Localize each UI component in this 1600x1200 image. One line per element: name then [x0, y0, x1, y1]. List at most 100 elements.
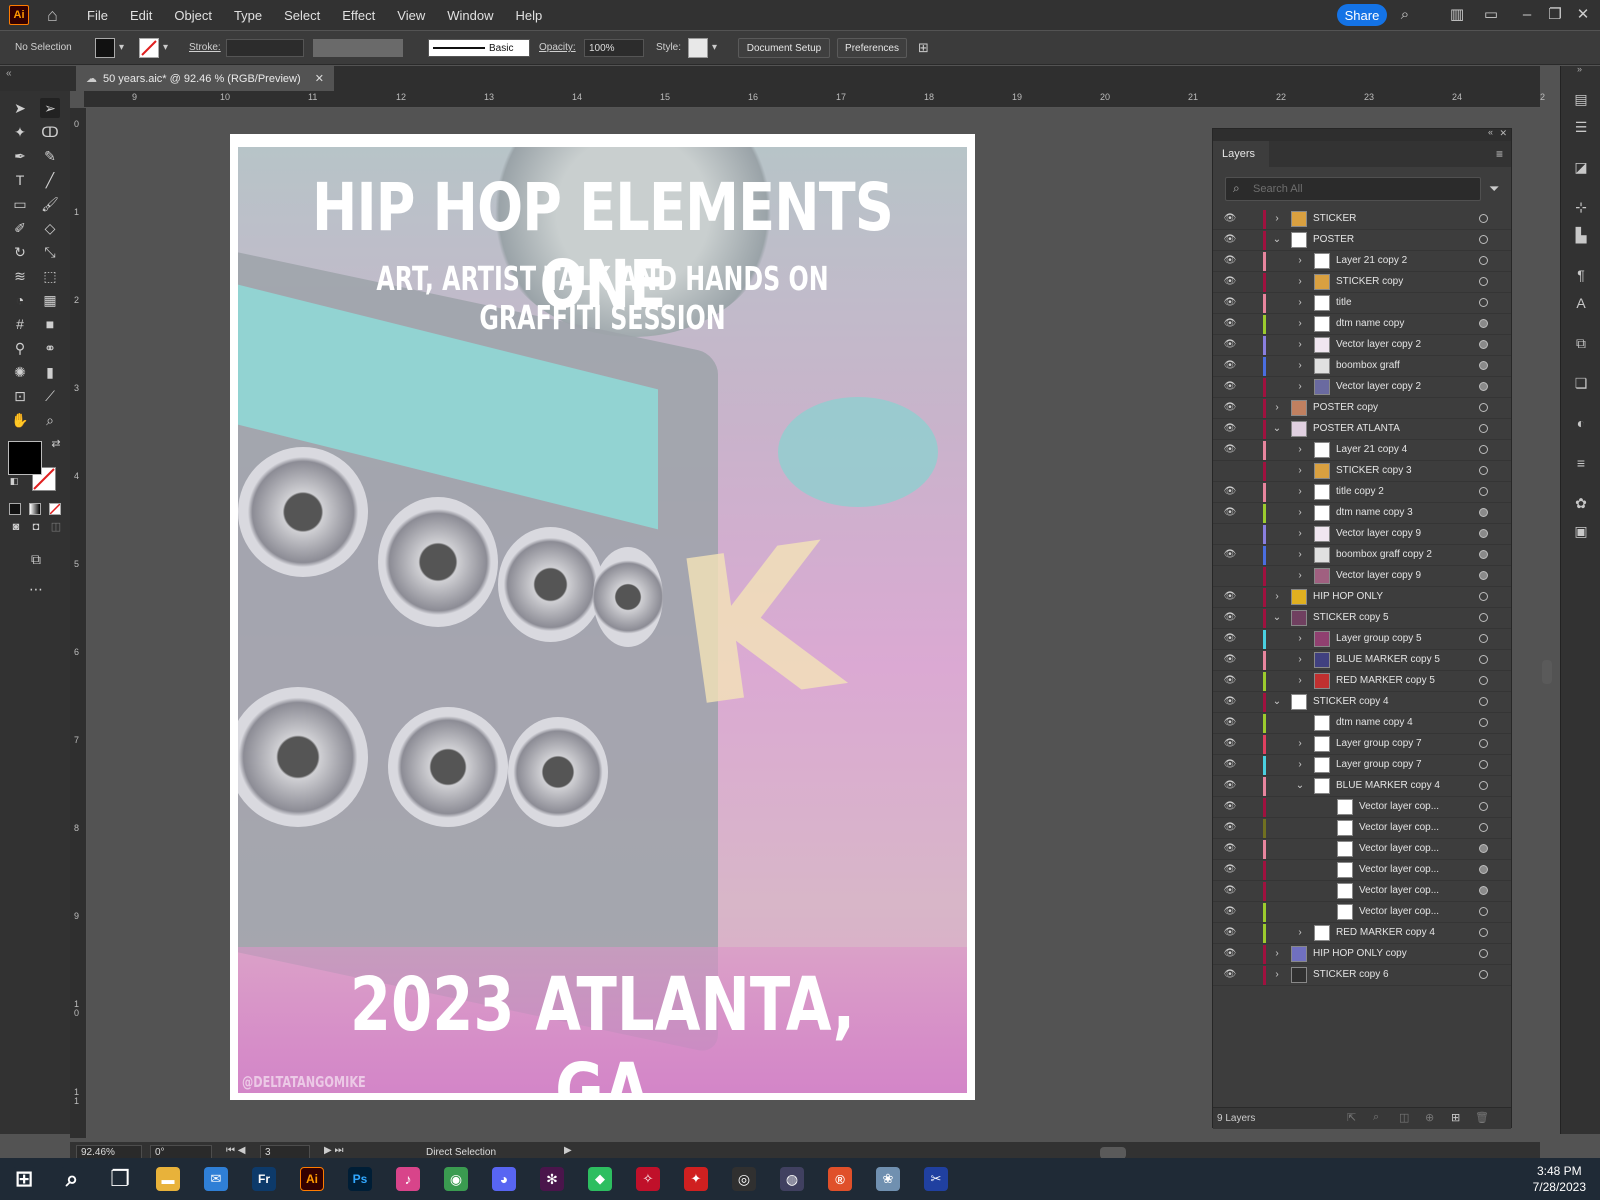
artboard-tool-icon[interactable]: ⊡ — [10, 386, 30, 406]
target-circle-icon[interactable] — [1479, 949, 1488, 958]
layer-row[interactable]: 👁 Vector layer cop... — [1213, 797, 1511, 818]
app-scissors-icon[interactable]: ✂ — [924, 1167, 948, 1191]
layer-row[interactable]: 👁 › Layer group copy 5 — [1213, 629, 1511, 650]
target-circle-icon[interactable] — [1479, 634, 1488, 643]
collapse-toolbar-icon[interactable]: « — [6, 68, 12, 79]
target-circle-icon[interactable] — [1479, 382, 1488, 391]
visibility-eye-icon[interactable]: 👁 — [1223, 318, 1237, 330]
style-dropdown-icon[interactable]: ▾ — [712, 42, 717, 53]
libraries-panel-icon[interactable]: ☰ — [1572, 118, 1590, 136]
expand-chevron-icon[interactable]: › — [1271, 401, 1283, 415]
gradient-mode-icon[interactable] — [29, 503, 41, 515]
target-circle-icon[interactable] — [1479, 592, 1488, 601]
app-bird-icon[interactable]: ❀ — [876, 1167, 900, 1191]
visibility-eye-icon[interactable]: 👁 — [1223, 549, 1237, 561]
expand-chevron-icon[interactable]: › — [1271, 590, 1283, 604]
layer-row[interactable]: 👁 › RED MARKER copy 5 — [1213, 671, 1511, 692]
layer-row[interactable]: › Vector layer copy 9 — [1213, 524, 1511, 545]
layer-row[interactable]: 👁 › Layer group copy 7 — [1213, 734, 1511, 755]
visibility-eye-icon[interactable]: 👁 — [1223, 738, 1237, 750]
restore-icon[interactable]: ❐ — [1546, 6, 1564, 24]
search-icon[interactable]: ⌕ — [60, 1166, 84, 1191]
menu-edit[interactable]: Edit — [130, 8, 152, 23]
horizontal-ruler[interactable]: 9 10 11 12 13 14 15 16 17 18 19 20 21 22 23 24 2 — [84, 91, 1545, 108]
panel-menu-icon[interactable]: ≡ — [1496, 147, 1503, 161]
close-window-icon[interactable]: ✕ — [1574, 6, 1592, 24]
visibility-eye-icon[interactable]: 👁 — [1223, 360, 1237, 372]
expand-chevron-icon[interactable]: › — [1271, 212, 1283, 226]
visibility-eye-icon[interactable]: 👁 — [1223, 906, 1237, 918]
perspective-grid-tool-icon[interactable]: ▦ — [40, 290, 60, 310]
visibility-eye-icon[interactable]: 👁 — [1223, 969, 1237, 981]
swatches-panel-icon[interactable]: ▣ — [1572, 522, 1590, 540]
shape-builder-tool-icon[interactable]: ◔ — [10, 290, 30, 310]
collapse-chevron-icon[interactable]: ⌄ — [1271, 422, 1283, 436]
layer-row[interactable]: 👁 › Layer 21 copy 4 — [1213, 440, 1511, 461]
new-sublayer-icon[interactable]: ⊕ — [1425, 1111, 1434, 1124]
none-mode-icon[interactable] — [49, 503, 61, 515]
expand-chevron-icon[interactable]: › — [1294, 569, 1306, 583]
target-circle-icon[interactable] — [1479, 214, 1488, 223]
expand-chevron-icon[interactable]: › — [1294, 506, 1306, 520]
canvas-vertical-scrollbar[interactable] — [1542, 660, 1552, 684]
rotate-tool-icon[interactable]: ↻ — [10, 242, 30, 262]
expand-chevron-icon[interactable]: › — [1294, 359, 1306, 373]
opacity-label[interactable]: Opacity: — [539, 42, 576, 53]
layer-row[interactable]: 👁 dtm name copy 4 — [1213, 713, 1511, 734]
tab-layers[interactable]: Layers — [1213, 141, 1269, 167]
mail-icon[interactable]: ✉ — [204, 1167, 228, 1191]
slice-tool-icon[interactable]: ⟋ — [40, 386, 60, 406]
layer-row[interactable]: 👁 Vector layer cop... — [1213, 818, 1511, 839]
visibility-eye-icon[interactable]: 👁 — [1223, 927, 1237, 939]
artboard[interactable]: K HIP HOP ELEMENTS ONE ART, ARTIST TALK … — [230, 134, 975, 1100]
target-circle-icon[interactable] — [1479, 340, 1488, 349]
layer-row[interactable]: 👁 › RED MARKER copy 4 — [1213, 923, 1511, 944]
share-button[interactable]: Share — [1337, 4, 1387, 26]
target-circle-icon[interactable] — [1479, 781, 1488, 790]
visibility-eye-icon[interactable]: 👁 — [1223, 213, 1237, 225]
character-panel-icon[interactable]: A — [1572, 294, 1590, 312]
layer-row[interactable]: 👁 › dtm name copy — [1213, 314, 1511, 335]
target-circle-icon[interactable] — [1479, 508, 1488, 517]
layer-row[interactable]: 👁 ⌄ POSTER — [1213, 230, 1511, 251]
search-icon[interactable]: ⌕ — [1396, 6, 1414, 24]
visibility-eye-icon[interactable]: 👁 — [1223, 402, 1237, 414]
delete-layer-icon[interactable]: 🗑 — [1475, 1111, 1489, 1124]
layer-row[interactable]: › Vector layer copy 9 — [1213, 566, 1511, 587]
photoshop-icon[interactable]: Ps — [348, 1167, 372, 1191]
chrome-icon[interactable]: ◉ — [444, 1167, 468, 1191]
symbol-sprayer-tool-icon[interactable]: ✺ — [10, 362, 30, 382]
layer-row[interactable]: 👁 ⌄ STICKER copy 5 — [1213, 608, 1511, 629]
visibility-eye-icon[interactable]: 👁 — [1223, 885, 1237, 897]
layer-row[interactable]: 👁 Vector layer cop... — [1213, 860, 1511, 881]
collapse-chevron-icon[interactable]: ⌄ — [1271, 233, 1283, 247]
edit-toolbar-icon[interactable]: ⋯ — [26, 579, 46, 599]
artboards-panel-icon[interactable]: ❏ — [1572, 374, 1590, 392]
target-circle-icon[interactable] — [1479, 676, 1488, 685]
layer-row[interactable]: 👁 › title — [1213, 293, 1511, 314]
target-circle-icon[interactable] — [1479, 487, 1488, 496]
direct-selection-tool-icon[interactable]: ➢ — [40, 98, 60, 118]
visibility-eye-icon[interactable]: 👁 — [1223, 696, 1237, 708]
visibility-eye-icon[interactable]: 👁 — [1223, 759, 1237, 771]
target-circle-icon[interactable] — [1479, 886, 1488, 895]
close-panel-icon[interactable]: ✕ — [1499, 128, 1507, 139]
fresco-icon[interactable]: Fr — [252, 1167, 276, 1191]
status-menu-icon[interactable]: ▶ — [564, 1145, 572, 1156]
visibility-eye-icon[interactable] — [1223, 465, 1237, 477]
target-circle-icon[interactable] — [1479, 844, 1488, 853]
visibility-eye-icon[interactable]: 👁 — [1223, 381, 1237, 393]
slack-icon[interactable]: ✻ — [540, 1167, 564, 1191]
expand-chevron-icon[interactable]: › — [1294, 380, 1306, 394]
stroke-weight-field[interactable] — [226, 39, 304, 57]
layer-row[interactable]: 👁 › HIP HOP ONLY — [1213, 587, 1511, 608]
variable-width-field[interactable] — [313, 39, 403, 57]
menu-select[interactable]: Select — [284, 8, 320, 23]
windows-start-icon[interactable]: ⊞ — [12, 1166, 36, 1191]
target-circle-icon[interactable] — [1479, 235, 1488, 244]
zoom-tool-icon[interactable]: ⌕ — [40, 410, 60, 430]
system-clock[interactable]: 3:48 PM 7/28/2023 — [1533, 1163, 1586, 1195]
properties-panel-icon[interactable]: ▤ — [1572, 90, 1590, 108]
target-circle-icon[interactable] — [1479, 823, 1488, 832]
illustrator-icon[interactable]: Ai — [300, 1167, 324, 1191]
